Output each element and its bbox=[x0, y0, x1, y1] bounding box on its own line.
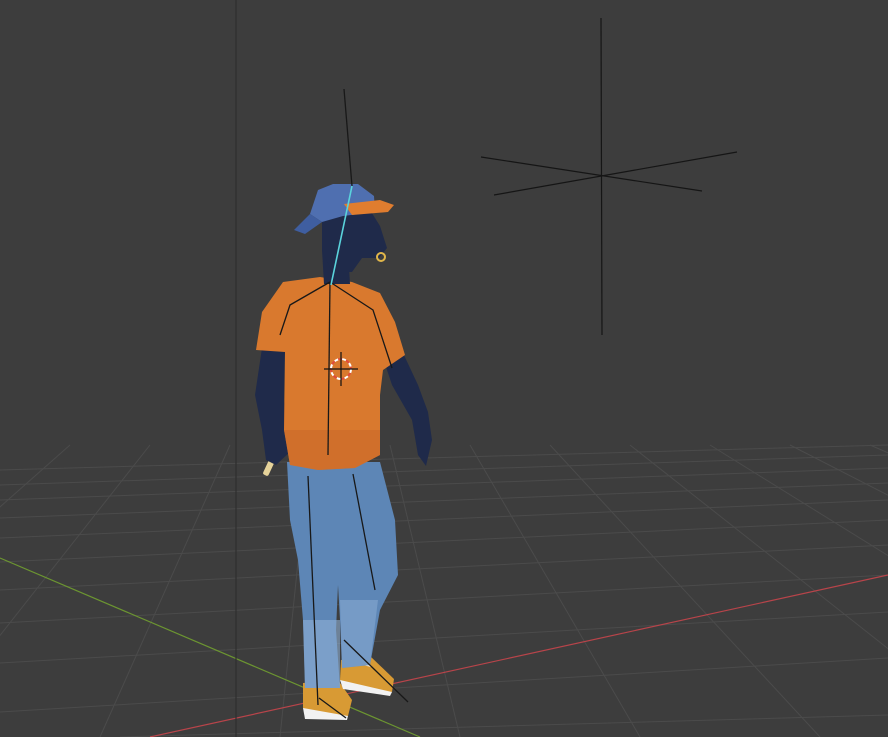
3d-viewport[interactable] bbox=[0, 0, 888, 737]
viewport-background bbox=[0, 0, 888, 737]
